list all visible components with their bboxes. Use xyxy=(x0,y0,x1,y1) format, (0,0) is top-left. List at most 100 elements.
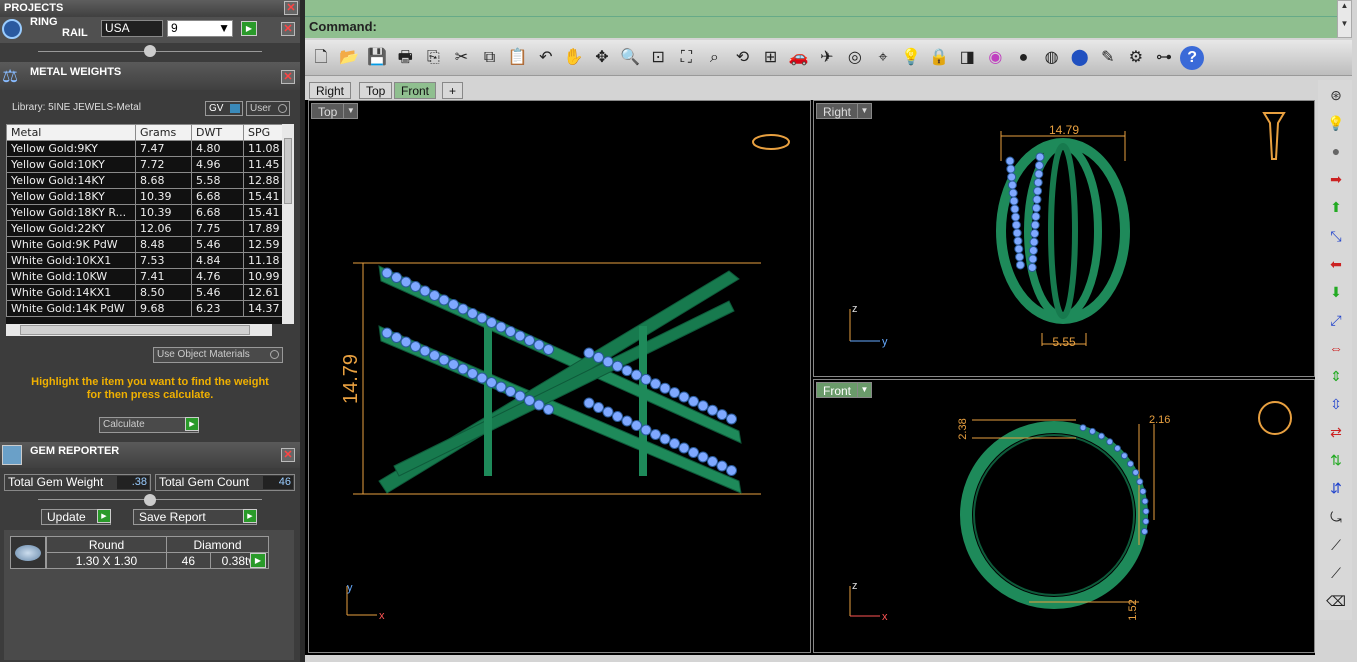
calculate-button[interactable]: Calculate ▶ xyxy=(99,417,199,433)
shaded-sphere-icon[interactable]: ◍ xyxy=(1040,46,1064,70)
snap-icon[interactable]: ⌖ xyxy=(871,46,895,70)
sphere-icon[interactable]: ● xyxy=(1325,140,1347,162)
close-metal-weights-button[interactable]: ✕ xyxy=(281,70,295,84)
close-ring-rail-button[interactable]: ✕ xyxy=(281,22,295,36)
gem-row-table[interactable]: Round Diamond 1.30 X 1.30 46 0.38tw xyxy=(46,536,270,569)
close-gem-reporter-button[interactable]: ✕ xyxy=(281,448,295,462)
table-row[interactable]: Yellow Gold:18KY R... 10.39 6.68 15.41 xyxy=(6,204,285,221)
tree-icon[interactable]: ⊶ xyxy=(1152,46,1176,70)
print-icon[interactable]: 🖶 xyxy=(393,46,417,70)
plane-icon[interactable]: ✈ xyxy=(815,46,839,70)
table-row[interactable]: White Gold:9K PdW 8.48 5.46 12.59 xyxy=(6,236,285,253)
table-row[interactable]: Yellow Gold:10KY 7.72 4.96 11.45 xyxy=(6,156,285,173)
gears-icon[interactable]: ⚙ xyxy=(1124,46,1148,70)
viewport-front[interactable]: Front ▼ 2.38 2.16 1.52 z x xyxy=(813,379,1315,653)
table-cell: 12.06 xyxy=(135,220,192,237)
viewport-right[interactable]: Right ▼ 14.79 5.55 z y xyxy=(813,100,1315,377)
arrow-down-icon[interactable]: ⬇ xyxy=(1325,281,1347,303)
table-row[interactable]: Yellow Gold:14KY 8.68 5.58 12.88 xyxy=(6,172,285,189)
light-bulb-icon[interactable]: 💡 xyxy=(899,46,923,70)
table-cell: 11.08 xyxy=(243,140,285,157)
table-cell: 8.48 xyxy=(135,236,192,253)
rotate-view-icon[interactable]: ⟲ xyxy=(731,46,755,70)
table-row[interactable]: Yellow Gold:18KY 10.39 6.68 15.41 xyxy=(6,188,285,205)
splitter-handle[interactable] xyxy=(144,494,156,506)
size-select[interactable]: 9 ▼ xyxy=(167,20,233,37)
arrows-vertical-icon[interactable]: ⇕ xyxy=(1325,365,1347,387)
col-metal[interactable]: Metal xyxy=(6,124,136,141)
user-toggle[interactable]: User xyxy=(246,101,290,116)
paste-icon[interactable]: 📋 xyxy=(506,46,530,70)
country-select[interactable]: USA xyxy=(101,20,163,37)
layers-icon[interactable]: ◨ xyxy=(955,46,979,70)
col-dwt[interactable]: DWT xyxy=(191,124,244,141)
help-icon[interactable]: ? xyxy=(1180,46,1205,70)
arrows-in-icon[interactable]: ⇄ xyxy=(1325,421,1347,443)
arrow-right-icon[interactable]: ➡ xyxy=(1325,168,1347,190)
light-icon[interactable]: 💡 xyxy=(1325,112,1347,134)
open-folder-icon[interactable]: 📂 xyxy=(337,46,361,70)
axis-blue-icon[interactable]: ⤡ xyxy=(1325,225,1347,247)
zoom-extents-icon[interactable]: ⛶ xyxy=(674,46,698,70)
table-cell: 10.99 xyxy=(243,268,285,285)
ring-rail-go-button[interactable]: ▶ xyxy=(241,21,257,36)
gv-toggle[interactable]: GV xyxy=(205,101,243,116)
arrows-blue-in-icon[interactable]: ⇵ xyxy=(1325,477,1347,499)
line-snap-icon[interactable]: ⟋ xyxy=(1325,562,1347,584)
use-object-materials-button[interactable]: Use Object Materials xyxy=(153,347,283,363)
arrows-vertical-in-icon[interactable]: ⇅ xyxy=(1325,449,1347,471)
table-row[interactable]: Yellow Gold:9KY 7.47 4.80 11.08 xyxy=(6,140,285,157)
splitter-handle[interactable] xyxy=(144,45,156,57)
curve-icon[interactable]: ⤿ xyxy=(1325,506,1347,528)
add-tab-button[interactable]: + xyxy=(442,82,464,99)
copy-icon[interactable]: ⧉ xyxy=(478,46,502,70)
table-row[interactable]: Yellow Gold:22KY 12.06 7.75 17.89 xyxy=(6,220,285,237)
new-file-icon[interactable]: 🗋 xyxy=(309,46,333,70)
target-icon[interactable]: ◎ xyxy=(843,46,867,70)
arrow-left-icon[interactable]: ⬅ xyxy=(1325,253,1347,275)
arrows-horizontal-icon[interactable]: ⇔ xyxy=(1325,337,1347,359)
tab-front[interactable]: Front xyxy=(394,82,437,99)
line-icon[interactable]: ⟋ xyxy=(1325,534,1347,556)
save-icon[interactable]: 💾 xyxy=(365,46,389,70)
eraser-icon[interactable]: ⌫ xyxy=(1325,590,1347,612)
vertical-scrollbar[interactable] xyxy=(282,124,294,324)
undo-icon[interactable]: ↶ xyxy=(534,46,558,70)
arrow-up-icon[interactable]: ⬆ xyxy=(1325,196,1347,218)
command-scrollbar[interactable]: ▲ ▼ xyxy=(1337,0,1352,38)
viewport-top[interactable]: Top ▼ 14.79 y x xyxy=(308,100,811,653)
tab-top[interactable]: Top xyxy=(359,82,393,99)
color-wheel-icon[interactable]: ◉ xyxy=(983,46,1007,70)
ring-rail-label: RING RAIL xyxy=(30,16,88,39)
update-button[interactable]: Update ▶ xyxy=(41,509,111,525)
close-projects-button[interactable]: ✕ xyxy=(284,1,298,15)
command-input[interactable] xyxy=(385,17,1335,37)
table-row[interactable]: White Gold:14K PdW 9.68 6.23 14.37 xyxy=(6,300,285,317)
export-icon[interactable]: ⎘ xyxy=(421,46,445,70)
camera-icon[interactable]: ⊛ xyxy=(1325,84,1347,106)
ring-rail-icon[interactable] xyxy=(2,19,22,39)
table-row[interactable]: White Gold:10KW 7.41 4.76 10.99 xyxy=(6,268,285,285)
col-spg[interactable]: SPG xyxy=(243,124,285,141)
horizontal-scrollbar[interactable] xyxy=(6,324,272,336)
table-row[interactable]: White Gold:10KX1 7.53 4.84 11.18 xyxy=(6,252,285,269)
render-sphere-icon[interactable]: ● xyxy=(1012,46,1036,70)
car-icon[interactable]: 🚗 xyxy=(787,46,811,70)
pen-icon[interactable]: ✎ xyxy=(1096,46,1120,70)
axis-down-icon[interactable]: ⤢ xyxy=(1325,309,1347,331)
table-row[interactable]: White Gold:14KX1 8.50 5.46 12.61 xyxy=(6,284,285,301)
zoom-selected-icon[interactable]: ⌕ xyxy=(702,46,726,70)
gem-row-go-button[interactable]: ▶ xyxy=(250,553,266,568)
lock-icon[interactable]: 🔒 xyxy=(927,46,951,70)
four-viewports-icon[interactable]: ⊞ xyxy=(759,46,783,70)
zoom-in-icon[interactable]: 🔍 xyxy=(618,46,642,70)
tab-right[interactable]: Right xyxy=(309,82,352,99)
cut-icon[interactable]: ✂ xyxy=(450,46,474,70)
pan-hand-icon[interactable]: ✋ xyxy=(562,46,586,70)
arrows-blue-icon[interactable]: ⇳ xyxy=(1325,393,1347,415)
col-grams[interactable]: Grams xyxy=(135,124,192,141)
zoom-window-icon[interactable]: ⊡ xyxy=(646,46,670,70)
move-icon[interactable]: ✥ xyxy=(590,46,614,70)
blue-sphere-icon[interactable]: ⬤ xyxy=(1068,46,1092,70)
save-report-button[interactable]: Save Report ▶ xyxy=(133,509,257,525)
